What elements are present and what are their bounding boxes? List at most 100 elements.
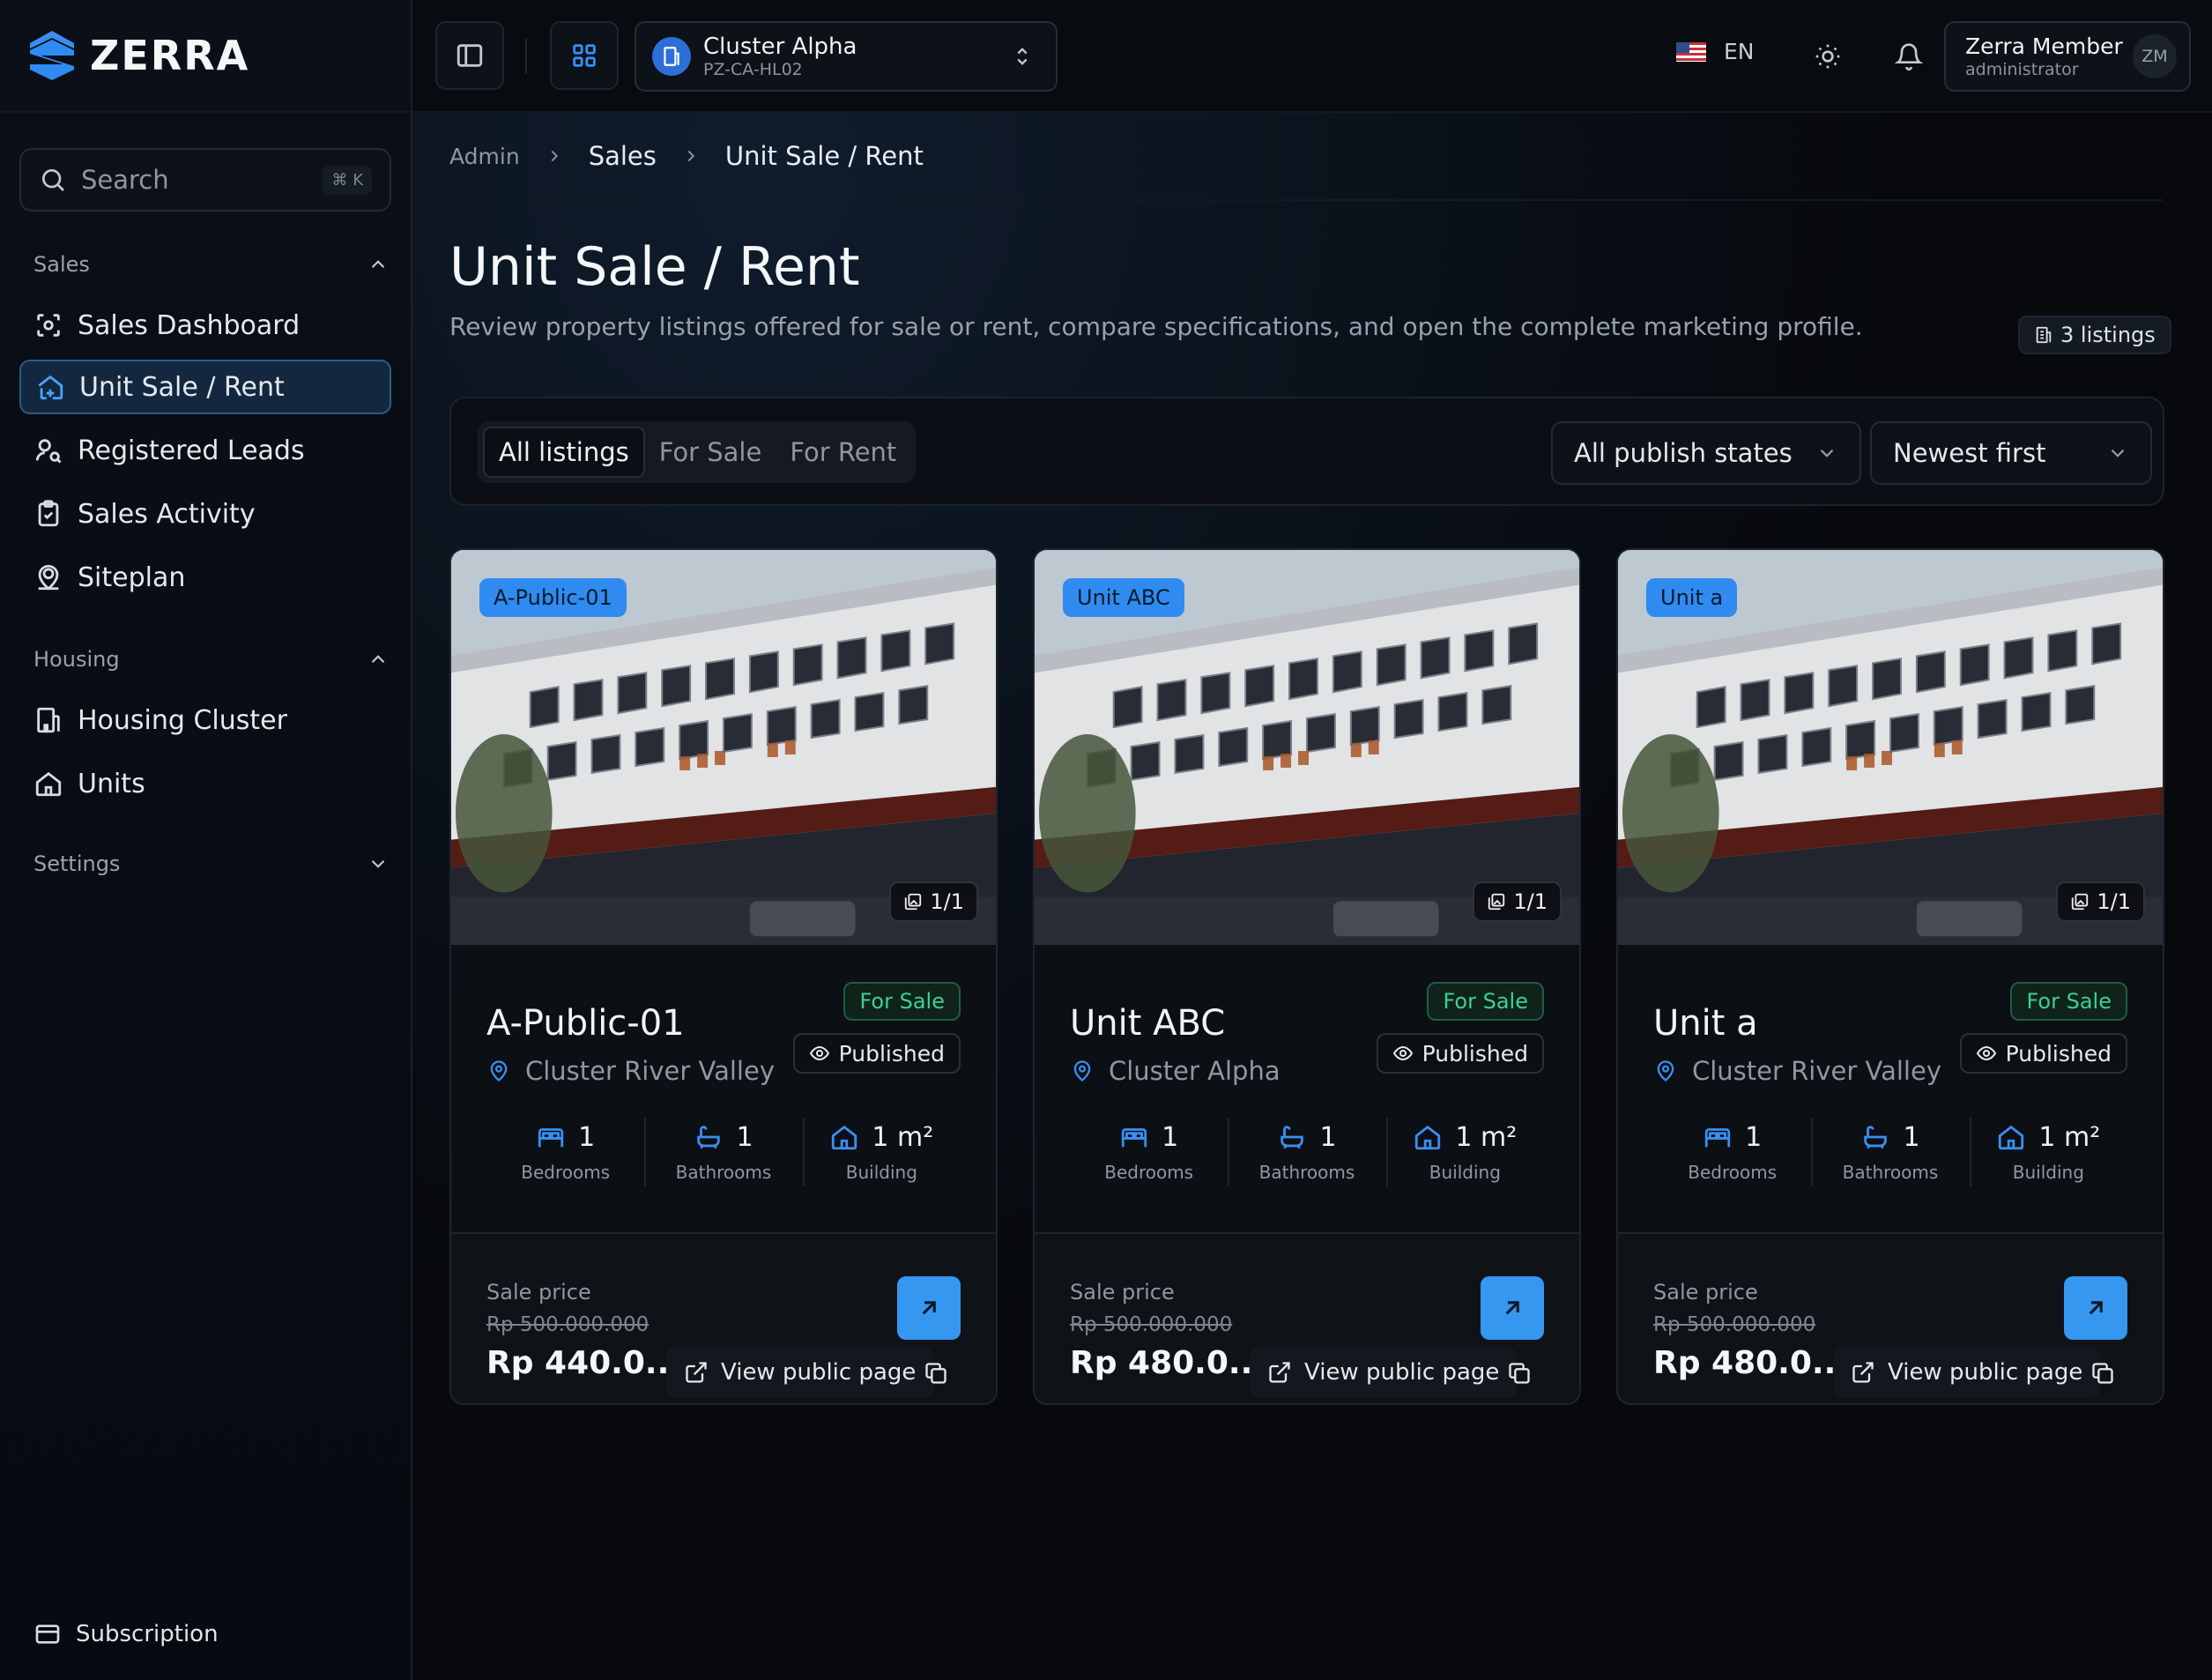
search-icon bbox=[42, 169, 64, 191]
sidebar-item-sales-dashboard[interactable]: Sales Dashboard bbox=[19, 298, 391, 353]
language-switcher[interactable]: EN bbox=[1676, 39, 1755, 64]
subscription-label: Subscription bbox=[76, 1621, 219, 1647]
listing-photo[interactable]: Unit ABC 1/1 bbox=[1035, 550, 1579, 945]
spec-building: 1 m² Building bbox=[1969, 1112, 2127, 1192]
view-public-page-button[interactable]: View public page bbox=[1250, 1347, 1518, 1398]
search-input[interactable]: Search ⌘ K bbox=[19, 148, 391, 212]
chevron-up-icon bbox=[371, 655, 385, 664]
sidebar-item-units[interactable]: Units bbox=[19, 756, 391, 811]
map-pin-icon bbox=[1657, 1060, 1674, 1082]
copy-icon bbox=[925, 1363, 946, 1384]
publish-state-select[interactable]: All publish states bbox=[1551, 421, 1861, 485]
sidebar-section-housing[interactable]: Housing bbox=[33, 647, 390, 672]
arrow-up-right-icon bbox=[922, 1301, 936, 1315]
building-label: Building bbox=[1429, 1161, 1501, 1183]
map-pin-icon bbox=[490, 1060, 508, 1082]
building-label: Building bbox=[2012, 1161, 2084, 1183]
apps-grid-button[interactable] bbox=[550, 21, 619, 90]
listing-count: 3 listings bbox=[2060, 323, 2156, 347]
sidebar-section-settings[interactable]: Settings bbox=[33, 851, 390, 876]
building-value: 1 m² bbox=[2038, 1121, 2101, 1153]
bathrooms-label: Bathrooms bbox=[1842, 1161, 1939, 1183]
copy-link-button[interactable] bbox=[1495, 1349, 1544, 1398]
sidebar-item-label: Siteplan bbox=[78, 561, 186, 593]
images-icon bbox=[2072, 893, 2089, 911]
sort-select[interactable]: Newest first bbox=[1870, 421, 2152, 485]
images-icon bbox=[905, 893, 922, 911]
location-name: Cluster River Valley bbox=[1692, 1056, 1941, 1086]
copy-link-button[interactable] bbox=[911, 1349, 961, 1398]
breadcrumb-admin[interactable]: Admin bbox=[449, 144, 520, 169]
chevron-down-icon bbox=[1820, 449, 1834, 457]
listing-card[interactable]: Unit a 1/1 Unit a For Sale Published Clu… bbox=[1616, 548, 2164, 1405]
building-value: 1 m² bbox=[1455, 1121, 1518, 1153]
view-public-page-label: View public page bbox=[1304, 1359, 1500, 1386]
sidebar-item-siteplan[interactable]: Siteplan bbox=[19, 550, 391, 605]
view-public-page-button[interactable]: View public page bbox=[666, 1347, 934, 1398]
sale-price: Rp 480.0... bbox=[1653, 1345, 1848, 1381]
user-role: administrator bbox=[1965, 60, 2079, 79]
tab-all-listings[interactable]: All listings bbox=[483, 427, 645, 478]
building-value: 1 m² bbox=[872, 1121, 934, 1153]
spec-bedrooms: 1 Bedrooms bbox=[1653, 1112, 1811, 1192]
page-subtitle: Review property listings offered for sal… bbox=[449, 312, 1863, 341]
sidebar-item-label: Unit Sale / Rent bbox=[79, 371, 285, 403]
eye-icon bbox=[1976, 1045, 1996, 1061]
home-icon bbox=[35, 771, 62, 797]
search-placeholder: Search bbox=[81, 165, 169, 195]
sidebar-item-unit-sale-rent[interactable]: Unit Sale / Rent bbox=[19, 360, 391, 414]
cluster-switcher[interactable]: Cluster Alpha PZ-CA-HL02 bbox=[635, 21, 1058, 92]
listing-count-badge: 3 listings bbox=[2018, 316, 2171, 354]
location: Cluster River Valley bbox=[486, 1056, 775, 1086]
theme-toggle-button[interactable] bbox=[1805, 33, 1851, 79]
photo-count: 1/1 bbox=[1513, 889, 1548, 914]
clipboard-check-icon bbox=[38, 500, 59, 527]
home-icon bbox=[1415, 1125, 1441, 1150]
external-link-icon bbox=[1852, 1362, 1874, 1383]
chevron-up-icon bbox=[371, 260, 385, 269]
arrow-up-right-icon bbox=[1505, 1301, 1519, 1315]
subscription-link[interactable]: Subscription bbox=[33, 1620, 219, 1648]
location-name: Cluster River Valley bbox=[525, 1056, 775, 1086]
sidebar-item-registered-leads[interactable]: Registered Leads bbox=[19, 423, 391, 478]
cluster-name: Cluster Alpha bbox=[703, 33, 857, 60]
scan-dashboard-icon bbox=[37, 314, 60, 337]
building-icon bbox=[664, 47, 679, 66]
spec-bathrooms: 1 Bathrooms bbox=[644, 1112, 802, 1192]
divider bbox=[449, 199, 2163, 201]
main-content: Cluster Alpha PZ-CA-HL02 EN Zerra Member… bbox=[412, 0, 2212, 1680]
bath-icon bbox=[697, 1126, 721, 1149]
notifications-button[interactable] bbox=[1886, 33, 1932, 79]
breadcrumb-sales[interactable]: Sales bbox=[589, 141, 657, 171]
sidebar-item-sales-activity[interactable]: Sales Activity bbox=[19, 487, 391, 541]
sidebar-section-sales[interactable]: Sales bbox=[33, 252, 390, 277]
page-title: Unit Sale / Rent bbox=[449, 236, 860, 298]
listing-card[interactable]: Unit ABC 1/1 Unit ABC For Sale Published… bbox=[1033, 548, 1581, 1405]
building-label: Building bbox=[845, 1161, 917, 1183]
tab-for-rent[interactable]: For Rent bbox=[776, 427, 910, 478]
spec-bedrooms: 1 Bedrooms bbox=[1070, 1112, 1228, 1192]
publish-status: Published bbox=[2005, 1040, 2112, 1067]
open-listing-button[interactable] bbox=[2064, 1276, 2127, 1340]
bedrooms-label: Bedrooms bbox=[1688, 1161, 1778, 1183]
open-listing-button[interactable] bbox=[1481, 1276, 1544, 1340]
listing-photo[interactable]: A-Public-01 1/1 bbox=[451, 550, 996, 945]
tab-for-sale[interactable]: For Sale bbox=[645, 427, 776, 478]
user-menu[interactable]: Zerra Member administrator ZM bbox=[1944, 21, 2191, 92]
spec-row: 1 Bedrooms 1 Bathrooms 1 m² Building bbox=[1653, 1112, 2127, 1192]
listing-photo[interactable]: Unit a 1/1 bbox=[1618, 550, 2163, 945]
price-label: Sale price bbox=[1653, 1280, 1758, 1305]
open-listing-button[interactable] bbox=[897, 1276, 961, 1340]
toggle-sidebar-button[interactable] bbox=[435, 21, 504, 90]
building-icon bbox=[37, 707, 60, 733]
brand[interactable]: ZERRA bbox=[0, 0, 411, 113]
home-icon bbox=[1999, 1125, 2024, 1150]
listing-card[interactable]: A-Public-01 1/1 A-Public-01 For Sale Pub… bbox=[449, 548, 998, 1405]
user-name: Zerra Member bbox=[1965, 33, 2123, 59]
listing-type-tabs: All listings For Sale For Rent bbox=[478, 421, 917, 483]
sidebar-item-housing-cluster[interactable]: Housing Cluster bbox=[19, 693, 391, 747]
copy-link-button[interactable] bbox=[2078, 1349, 2127, 1398]
view-public-page-button[interactable]: View public page bbox=[1833, 1347, 2101, 1398]
spec-building: 1 m² Building bbox=[802, 1112, 961, 1192]
sun-icon bbox=[1815, 44, 1840, 69]
